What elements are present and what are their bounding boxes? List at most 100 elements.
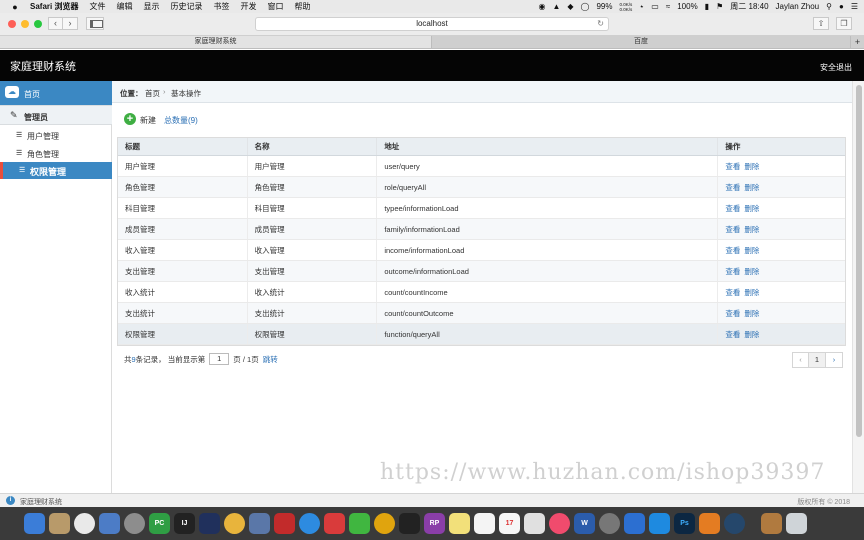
browser-dock-icon[interactable]: [374, 513, 395, 534]
record-icon[interactable]: ◉: [538, 2, 545, 11]
menu-bookmarks[interactable]: 书签: [213, 1, 229, 12]
wechat-dock-icon[interactable]: [349, 513, 370, 534]
preview-icon[interactable]: [99, 513, 120, 534]
tab-baidu[interactable]: 百度: [432, 36, 850, 48]
notes-app-icon[interactable]: [49, 513, 70, 534]
page-number-input[interactable]: 1: [209, 353, 230, 365]
menu-view[interactable]: 显示: [143, 1, 159, 12]
tab-overview-icon[interactable]: ❐: [836, 17, 852, 30]
intellij-icon[interactable]: IJ: [174, 513, 195, 534]
user-name[interactable]: Jaylan Zhou: [776, 2, 820, 11]
bluetooth-icon[interactable]: ⋆: [639, 2, 644, 11]
delete-link[interactable]: 删除: [744, 288, 759, 297]
tab-family-finance[interactable]: 家庭理财系统: [0, 36, 432, 48]
sidebar-item-permission-management[interactable]: ☰ 权限管理: [0, 162, 112, 179]
menu-edit[interactable]: 编辑: [116, 1, 132, 12]
stickies-icon[interactable]: [449, 513, 470, 534]
maps-icon[interactable]: [524, 513, 545, 534]
view-link[interactable]: 查看: [725, 288, 740, 297]
logout-link[interactable]: 安全退出: [820, 62, 852, 73]
view-link[interactable]: 查看: [725, 204, 740, 213]
axure-rp-icon[interactable]: RP: [424, 513, 445, 534]
menu-window[interactable]: 窗口: [267, 1, 283, 12]
add-button[interactable]: 新建: [140, 115, 156, 126]
sidebar-toggle-icon[interactable]: [86, 17, 104, 30]
view-link[interactable]: 查看: [725, 183, 740, 192]
spotlight-search-icon[interactable]: ⚲: [826, 2, 832, 11]
view-link[interactable]: 查看: [725, 330, 740, 339]
photoshop-icon[interactable]: Ps: [674, 513, 695, 534]
delete-link[interactable]: 删除: [744, 267, 759, 276]
sidebar-item-role-management[interactable]: ☰ 角色管理: [0, 145, 112, 162]
calendar-icon[interactable]: 17: [499, 513, 520, 534]
database-icon[interactable]: [249, 513, 270, 534]
menu-history[interactable]: 历史记录: [170, 1, 202, 12]
jump-link[interactable]: 跳转: [263, 354, 278, 365]
screenshot-icon[interactable]: [324, 513, 345, 534]
airplay-icon[interactable]: ▭: [651, 2, 659, 11]
share-icon[interactable]: ⇧: [813, 17, 829, 30]
total-count-link[interactable]: 总数量(9): [164, 115, 198, 126]
next-page-button[interactable]: ›: [826, 352, 843, 368]
menu-help[interactable]: 帮助: [294, 1, 310, 12]
finder-icon[interactable]: [24, 513, 45, 534]
minimize-window-button[interactable]: [21, 20, 29, 28]
sidebar-home[interactable]: ☁ 首页: [0, 81, 112, 105]
view-link[interactable]: 查看: [725, 225, 740, 234]
page-1-button[interactable]: 1: [809, 352, 826, 368]
eclipse-icon[interactable]: [199, 513, 220, 534]
page-scrollbar[interactable]: [852, 81, 864, 493]
delete-link[interactable]: 删除: [744, 204, 759, 213]
address-bar[interactable]: localhost ↻: [255, 17, 609, 31]
cpu-ring-icon[interactable]: ◯: [581, 2, 590, 11]
teamviewer-icon[interactable]: [649, 513, 670, 534]
scrollbar-thumb[interactable]: [856, 85, 862, 437]
delete-link[interactable]: 删除: [744, 225, 759, 234]
delete-link[interactable]: 删除: [744, 246, 759, 255]
safari-icon[interactable]: [299, 513, 320, 534]
flag-icon[interactable]: ⚑: [716, 2, 723, 11]
redis-icon[interactable]: [274, 513, 295, 534]
music-icon[interactable]: [549, 513, 570, 534]
view-link[interactable]: 查看: [725, 162, 740, 171]
menu-file[interactable]: 文件: [89, 1, 105, 12]
siri-icon[interactable]: ●: [839, 2, 844, 11]
sidebar-item-user-management[interactable]: ☰ 用户管理: [0, 127, 112, 144]
view-link[interactable]: 查看: [725, 267, 740, 276]
delete-link[interactable]: 删除: [744, 183, 759, 192]
add-icon[interactable]: +: [124, 113, 136, 125]
delete-link[interactable]: 删除: [744, 309, 759, 318]
close-window-button[interactable]: [8, 20, 16, 28]
maximize-window-button[interactable]: [34, 20, 42, 28]
new-tab-button[interactable]: +: [850, 36, 864, 48]
wifi-icon[interactable]: ≈: [666, 2, 670, 11]
reload-icon[interactable]: ↻: [597, 18, 604, 30]
view-link[interactable]: 查看: [725, 246, 740, 255]
qq-icon[interactable]: ▲: [552, 2, 560, 11]
system-preferences-icon[interactable]: [599, 513, 620, 534]
delete-link[interactable]: 删除: [744, 162, 759, 171]
dock-app-icon[interactable]: [724, 513, 745, 534]
back-button[interactable]: ‹: [48, 17, 63, 30]
delete-link[interactable]: 删除: [744, 330, 759, 339]
clock[interactable]: 周二 18:40: [730, 1, 768, 12]
launchpad-icon[interactable]: [124, 513, 145, 534]
notification-center-icon[interactable]: ☰: [851, 2, 858, 11]
apple-icon[interactable]: ●: [8, 2, 22, 12]
breadcrumb-home-link[interactable]: 首页: [145, 88, 160, 99]
sublime-text-icon[interactable]: [699, 513, 720, 534]
photos-icon[interactable]: [74, 513, 95, 534]
view-link[interactable]: 查看: [725, 309, 740, 318]
qq-dock-icon[interactable]: [399, 513, 420, 534]
sidebar-group-admin[interactable]: ✎ 管理员: [0, 105, 112, 125]
word-icon[interactable]: W: [574, 513, 595, 534]
battery-icon[interactable]: ▮: [705, 2, 709, 11]
reminders-icon[interactable]: [474, 513, 495, 534]
prev-page-button[interactable]: ‹: [792, 352, 809, 368]
baidu-netdisk-icon[interactable]: [624, 513, 645, 534]
downloads-stack-icon[interactable]: [761, 513, 782, 534]
pycharm-icon[interactable]: PC: [149, 513, 170, 534]
navicat-icon[interactable]: [224, 513, 245, 534]
menu-safari[interactable]: Safari 浏览器: [30, 1, 78, 12]
trash-icon[interactable]: [786, 513, 807, 534]
